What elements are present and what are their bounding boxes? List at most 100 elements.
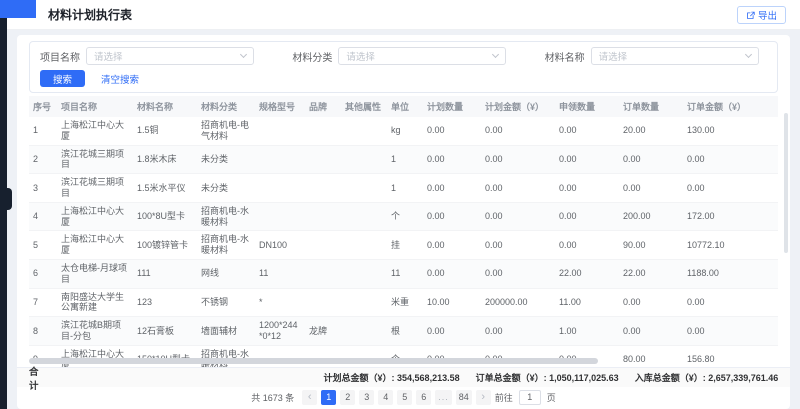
export-label: 导出	[758, 8, 777, 22]
table-cell: 1	[29, 117, 57, 145]
table-cell: 太仓电梯-月球项目	[57, 259, 133, 288]
table-cell: 0.00	[481, 145, 555, 174]
prev-page-button[interactable]: ‹	[302, 390, 317, 405]
table-cell: 0.00	[481, 317, 555, 346]
table-cell: 2	[29, 145, 57, 174]
table-cell: 11	[255, 259, 305, 288]
summary-item-value: 1,050,117,025.63	[549, 373, 619, 383]
table-cell: 123	[133, 288, 197, 317]
table-cell: *	[255, 288, 305, 317]
table-cell: 1.5米水平仪	[133, 174, 197, 203]
table-cell: 招商机电-电气材料	[197, 117, 255, 145]
table-header-cell: 序号	[29, 96, 57, 117]
page-button-2[interactable]: 2	[340, 390, 355, 405]
main-card: 项目名称请选择材料分类请选择材料名称请选择 搜索 清空搜索 序号项目名称材料名称…	[17, 35, 790, 409]
table-cell	[305, 202, 341, 231]
table-cell	[305, 174, 341, 203]
table-cell: 0.00	[683, 288, 778, 317]
table-cell: 0.00	[423, 145, 481, 174]
table-cell	[341, 259, 387, 288]
goto-page-input[interactable]	[519, 390, 541, 405]
table-cell: 100镀锌管卡	[133, 231, 197, 260]
table-cell: 0.00	[555, 174, 619, 203]
table-cell: 根	[387, 317, 423, 346]
table-cell	[255, 202, 305, 231]
table-cell	[341, 117, 387, 145]
page-button-1[interactable]: 1	[321, 390, 336, 405]
table-cell: 8	[29, 317, 57, 346]
collapsed-sidebar[interactable]	[0, 0, 7, 409]
summary-item: 计划总金额（¥）: 354,568,213.58	[324, 371, 460, 384]
table-cell: 0.00	[481, 117, 555, 145]
next-page-button[interactable]: ›	[476, 390, 491, 405]
table-cell: 上海松江中心大厦	[57, 117, 133, 145]
table-cell: 招商机电-水暖材料	[197, 202, 255, 231]
page-button-3[interactable]: 3	[359, 390, 374, 405]
sidebar-toggle-handle[interactable]	[7, 188, 12, 210]
table-cell: 上海松江中心大厦	[57, 202, 133, 231]
table-cell	[305, 259, 341, 288]
search-button[interactable]: 搜索	[40, 70, 85, 87]
table-cell: 未分类	[197, 145, 255, 174]
pagination-total: 共 1673 条	[251, 391, 294, 404]
summary-item: 入库总金额（¥）: 2,657,339,761.46	[635, 371, 779, 384]
vertical-scrollbar[interactable]	[784, 113, 788, 253]
filter-group-1: 项目名称请选择	[40, 47, 262, 65]
table-cell	[305, 231, 341, 260]
export-icon	[746, 11, 755, 20]
table-header-cell: 计划数量	[423, 96, 481, 117]
table-cell: 12石膏板	[133, 317, 197, 346]
table-cell: 0.00	[555, 117, 619, 145]
table-header-cell: 单位	[387, 96, 423, 117]
table-cell: 0.00	[481, 174, 555, 203]
table-cell: 0.00	[423, 259, 481, 288]
table-cell: 1	[387, 174, 423, 203]
table-cell	[341, 145, 387, 174]
table-cell: 0.00	[423, 117, 481, 145]
export-button[interactable]: 导出	[737, 6, 786, 24]
table-cell: 0.00	[423, 317, 481, 346]
filter-select-3[interactable]: 请选择	[591, 47, 759, 65]
page-button-84[interactable]: 84	[456, 390, 472, 405]
table-cell: 不锈钢	[197, 288, 255, 317]
goto-label: 前往	[495, 391, 513, 404]
table-cell: 0.00	[555, 202, 619, 231]
filter-group-3: 材料名称请选择	[545, 47, 767, 65]
clear-search-button[interactable]: 清空搜索	[101, 72, 139, 86]
table-cell: 6	[29, 259, 57, 288]
filter-select-2[interactable]: 请选择	[338, 47, 506, 65]
table-header-cell: 品牌	[305, 96, 341, 117]
table-cell: 挂	[387, 231, 423, 260]
table-header-cell: 其他属性	[341, 96, 387, 117]
page-button-6[interactable]: 6	[416, 390, 431, 405]
filter-select-1[interactable]: 请选择	[86, 47, 254, 65]
table-container: 序号项目名称材料名称材料分类规格型号品牌其他属性单位计划数量计划金额（¥）申领数…	[29, 96, 778, 374]
page-button-4[interactable]: 4	[378, 390, 393, 405]
page-buttons: 123456...84	[321, 390, 472, 405]
table-cell: 0.00	[423, 202, 481, 231]
table-cell: 200000.00	[481, 288, 555, 317]
table-cell: 11.00	[555, 288, 619, 317]
horizontal-scrollbar-thumb[interactable]	[29, 358, 598, 364]
table-cell: 1.5铜	[133, 117, 197, 145]
table-cell	[341, 231, 387, 260]
table-cell: 滨江花城三期项目	[57, 145, 133, 174]
table-cell: 0.00	[683, 145, 778, 174]
goto-suffix: 页	[547, 391, 556, 404]
summary-item-value: 354,568,213.58	[397, 373, 460, 383]
summary-item-label: 入库总金额（¥）:	[635, 373, 709, 383]
table-header-cell: 计划金额（¥）	[481, 96, 555, 117]
table-cell: 0.00	[555, 145, 619, 174]
page-button-5[interactable]: 5	[397, 390, 412, 405]
table-cell: 130.00	[683, 117, 778, 145]
table-body: 1上海松江中心大厦1.5铜招商机电-电气材料kg0.000.000.0020.0…	[29, 117, 778, 374]
table-cell: 上海松江中心大厦	[57, 231, 133, 260]
table-cell: 0.00	[481, 259, 555, 288]
table-cell: 7	[29, 288, 57, 317]
table-cell	[255, 117, 305, 145]
horizontal-scrollbar-track	[29, 358, 778, 365]
summary-row: 合计 计划总金额（¥）: 354,568,213.58订单总金额（¥）: 1,0…	[17, 367, 790, 387]
table-cell	[305, 145, 341, 174]
table-cell: 172.00	[683, 202, 778, 231]
table-cell: 11	[387, 259, 423, 288]
